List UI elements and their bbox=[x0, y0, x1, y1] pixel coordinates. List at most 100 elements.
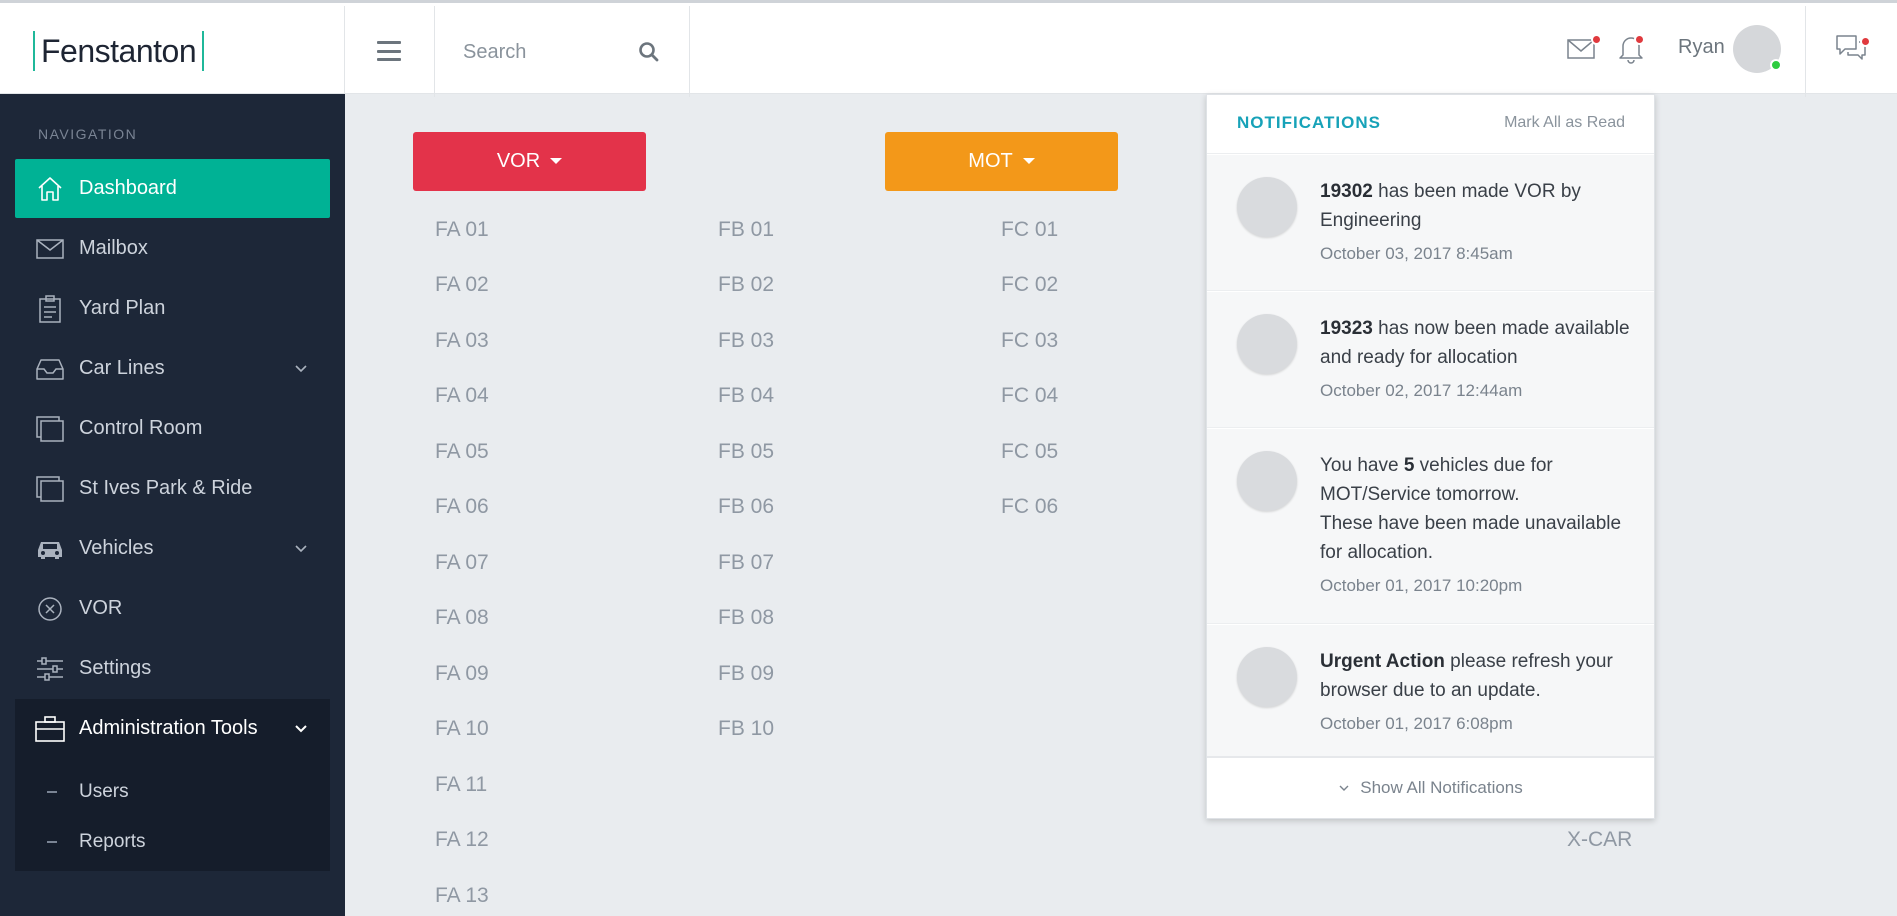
chevron-down-icon bbox=[295, 365, 307, 373]
notification-item[interactable]: 19302 has been made VOR by Engineering O… bbox=[1207, 155, 1654, 291]
mark-all-read-link[interactable]: Mark All as Read bbox=[1504, 114, 1625, 132]
bay-fc[interactable]: FC 01 bbox=[1001, 218, 1058, 242]
bay-fa[interactable]: FA 13 bbox=[435, 884, 489, 908]
search-icon[interactable] bbox=[638, 41, 660, 63]
nav-heading: NAVIGATION bbox=[38, 126, 138, 142]
notification-item[interactable]: Urgent Action please refresh your browse… bbox=[1207, 625, 1654, 758]
sidebar-item-yard-plan[interactable]: Yard Plan bbox=[15, 279, 330, 338]
sidebar-item-label: Mailbox bbox=[79, 237, 148, 259]
user-name[interactable]: Ryan bbox=[1678, 36, 1725, 59]
bay-fb[interactable]: FB 07 bbox=[718, 551, 774, 575]
dash-icon bbox=[47, 791, 57, 793]
sidebar-subitem-label: Users bbox=[79, 781, 129, 802]
notification-vehicle-id: 19302 bbox=[1320, 181, 1373, 202]
sidebar-item-label: Car Lines bbox=[79, 357, 165, 379]
notification-time: October 01, 2017 10:20pm bbox=[1320, 576, 1523, 595]
notification-message-prefix: You have bbox=[1320, 455, 1404, 476]
show-all-label: Show All Notifications bbox=[1360, 778, 1523, 797]
bay-fb[interactable]: FB 05 bbox=[718, 440, 774, 464]
bay-fc[interactable]: FC 02 bbox=[1001, 273, 1058, 297]
search-box bbox=[436, 6, 689, 97]
bay-fa[interactable]: FA 11 bbox=[435, 773, 487, 797]
bay-fa[interactable]: FA 06 bbox=[435, 495, 489, 519]
bay-fc[interactable]: FC 05 bbox=[1001, 440, 1058, 464]
mail-unread-dot bbox=[1591, 34, 1602, 45]
notification-count: 5 bbox=[1403, 455, 1415, 476]
bay-fb[interactable]: FB 10 bbox=[718, 717, 774, 741]
show-all-notifications-button[interactable]: Show All Notifications bbox=[1207, 756, 1654, 818]
sidebar-item-control-room[interactable]: Control Room bbox=[15, 399, 330, 458]
notifications-button[interactable] bbox=[1617, 34, 1645, 64]
windows-icon bbox=[35, 474, 65, 504]
notification-unread-dot bbox=[1634, 34, 1645, 45]
vor-dropdown-button[interactable]: VOR bbox=[413, 132, 646, 191]
notification-vehicle-id: 19323 bbox=[1320, 318, 1373, 339]
vor-dropdown-label: VOR bbox=[496, 150, 541, 172]
bay-fa[interactable]: FA 04 bbox=[435, 384, 489, 408]
notification-item[interactable]: 19323 has now been made available and re… bbox=[1207, 292, 1654, 428]
notification-time: October 02, 2017 12:44am bbox=[1320, 381, 1523, 400]
main-content: VOR MOT FA 01 FA 02 FA 03 FA 04 FA 05 FA… bbox=[345, 94, 1897, 916]
bay-fb[interactable]: FB 02 bbox=[718, 273, 774, 297]
notification-message-line2: These have been made unavailable for all… bbox=[1320, 513, 1622, 563]
chat-button[interactable] bbox=[1836, 34, 1871, 62]
sidebar-item-label: Vehicles bbox=[79, 537, 154, 559]
avatar[interactable] bbox=[1733, 25, 1782, 73]
brand-logo[interactable]: Fenstanton bbox=[33, 31, 205, 71]
bay-fb[interactable]: FB 09 bbox=[718, 662, 774, 686]
bay-fa[interactable]: FA 08 bbox=[435, 606, 489, 630]
bay-fc[interactable]: FC 04 bbox=[1001, 384, 1058, 408]
bay-fc[interactable]: FC 03 bbox=[1001, 329, 1058, 353]
envelope-icon bbox=[35, 234, 65, 264]
notifications-title: NOTIFICATIONS bbox=[1237, 113, 1381, 132]
bay-fa[interactable]: FA 10 bbox=[435, 717, 489, 741]
notification-item[interactable]: You have 5 vehicles due for MOT/Service … bbox=[1207, 429, 1654, 624]
sidebar-item-vor[interactable]: VOR bbox=[15, 579, 330, 638]
sidebar-item-dashboard[interactable]: Dashboard bbox=[15, 159, 330, 218]
notification-text: You have 5 vehicles due for MOT/Service … bbox=[1320, 451, 1630, 600]
menu-toggle-icon[interactable] bbox=[377, 41, 401, 61]
chevron-down-icon bbox=[295, 545, 307, 553]
sidebar-item-mailbox[interactable]: Mailbox bbox=[15, 219, 330, 278]
notification-text: 19323 has now been made available and re… bbox=[1320, 314, 1630, 405]
bay-fa[interactable]: FA 03 bbox=[435, 329, 489, 353]
notifications-dropdown: NOTIFICATIONS Mark All as Read 19302 has… bbox=[1206, 94, 1655, 819]
sidebar-item-label: Yard Plan bbox=[79, 297, 166, 319]
sidebar-item-label: Dashboard bbox=[79, 177, 177, 199]
online-status-dot bbox=[1770, 59, 1782, 71]
notification-time: October 01, 2017 6:08pm bbox=[1320, 714, 1513, 733]
sidebar-subitem-label: Reports bbox=[79, 831, 146, 852]
bay-fa[interactable]: FA 12 bbox=[435, 828, 489, 852]
sidebar-subitem-users[interactable]: Users bbox=[15, 770, 330, 814]
sidebar-item-vehicles[interactable]: Vehicles bbox=[15, 519, 330, 578]
sliders-icon bbox=[35, 654, 65, 684]
bay-fc[interactable]: FC 06 bbox=[1001, 495, 1058, 519]
notification-urgent-label: Urgent Action bbox=[1320, 651, 1445, 672]
bay-fa[interactable]: FA 01 bbox=[435, 218, 489, 242]
bay-fa[interactable]: FA 05 bbox=[435, 440, 489, 464]
sidebar-item-st-ives-park-ride[interactable]: St Ives Park & Ride bbox=[15, 459, 330, 518]
bay-fa[interactable]: FA 02 bbox=[435, 273, 489, 297]
sidebar-subitem-reports[interactable]: Reports bbox=[15, 820, 330, 864]
bay-fb[interactable]: FB 01 bbox=[718, 218, 774, 242]
sidebar-item-settings[interactable]: Settings bbox=[15, 639, 330, 698]
notification-text: Urgent Action please refresh your browse… bbox=[1320, 647, 1630, 738]
home-icon bbox=[35, 174, 65, 204]
mot-dropdown-button[interactable]: MOT bbox=[885, 132, 1118, 191]
mail-button[interactable] bbox=[1567, 34, 1602, 61]
sidebar-item-car-lines[interactable]: Car Lines bbox=[15, 339, 330, 398]
bay-xcar[interactable]: X-CAR bbox=[1567, 828, 1632, 852]
bay-fb[interactable]: FB 08 bbox=[718, 606, 774, 630]
bay-fa[interactable]: FA 09 bbox=[435, 662, 489, 686]
bay-fa[interactable]: FA 07 bbox=[435, 551, 489, 575]
circle-x-icon bbox=[35, 594, 65, 624]
bay-fb[interactable]: FB 06 bbox=[718, 495, 774, 519]
caret-down-icon bbox=[550, 157, 563, 164]
sidebar-item-label: Administration Tools bbox=[79, 717, 258, 739]
bay-fb[interactable]: FB 04 bbox=[718, 384, 774, 408]
search-input[interactable] bbox=[463, 38, 633, 66]
avatar bbox=[1237, 451, 1297, 511]
bay-fb[interactable]: FB 03 bbox=[718, 329, 774, 353]
divider bbox=[434, 6, 435, 97]
sidebar-item-administration-tools[interactable]: Administration Tools bbox=[15, 699, 330, 758]
